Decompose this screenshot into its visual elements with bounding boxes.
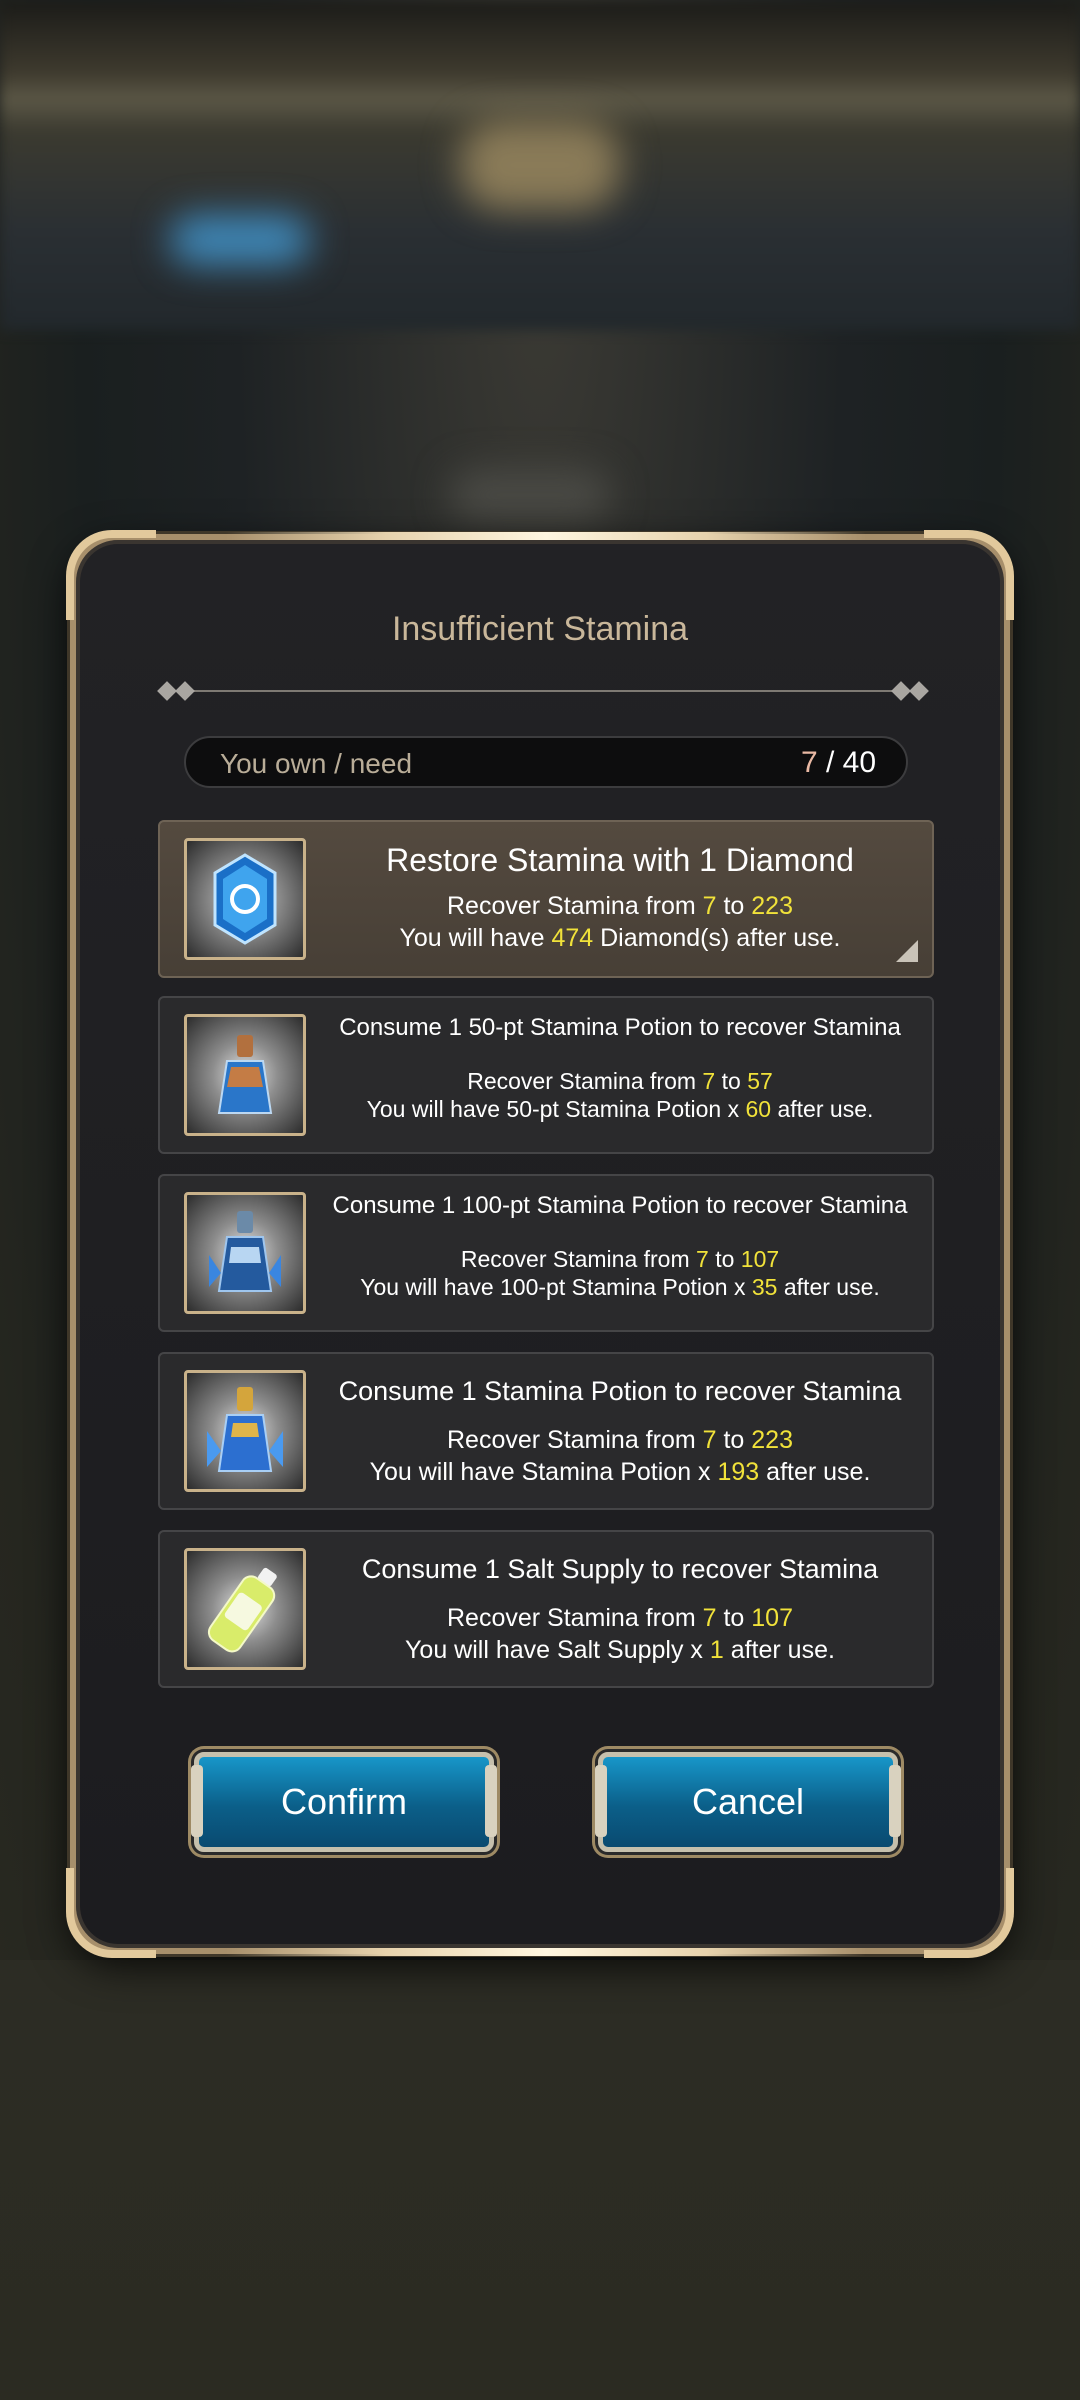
frame-corner bbox=[924, 1868, 1014, 1958]
background-highlight bbox=[170, 215, 310, 265]
divider-diamond-icon bbox=[175, 681, 195, 701]
option-title: Consume 1 50-pt Stamina Potion to recove… bbox=[339, 1014, 901, 1041]
option-recover-line: Recover Stamina from 7 to 223 bbox=[446, 892, 793, 920]
title-divider bbox=[164, 690, 916, 692]
salt-supply-bottle-icon bbox=[184, 1548, 306, 1670]
divider-diamond-icon bbox=[157, 681, 177, 701]
dialog-title: Insufficient Stamina bbox=[391, 610, 689, 648]
cancel-button[interactable]: Cancel bbox=[595, 1752, 901, 1852]
stamina-potion-100-icon bbox=[184, 1192, 306, 1314]
option-recover-line: Recover Stamina from 7 to 107 bbox=[446, 1604, 793, 1632]
option-title: Consume 1 Stamina Potion to recover Stam… bbox=[338, 1376, 902, 1406]
stamina-own-need-bar: You own / need 7 / 40 bbox=[184, 736, 908, 788]
frame-top-ornament bbox=[226, 532, 866, 540]
stamina-potion-50-icon bbox=[184, 1014, 306, 1136]
stamina-current: 7 bbox=[800, 746, 818, 779]
option-remaining-line: You will have 474 Diamond(s) after use. bbox=[399, 924, 841, 952]
option-recover-line: Recover Stamina from 7 to 223 bbox=[446, 1426, 793, 1454]
frame-bottom-ornament bbox=[226, 1948, 866, 1956]
insufficient-stamina-dialog: Insufficient Stamina You own / need 7 / … bbox=[66, 530, 1014, 1958]
frame-corner bbox=[66, 530, 156, 620]
option-text: Consume 1 Stamina Potion to recover Stam… bbox=[320, 1354, 920, 1508]
option-50pt-stamina-potion[interactable]: Consume 1 50-pt Stamina Potion to recove… bbox=[158, 996, 934, 1154]
option-text: Restore Stamina with 1 Diamond Recover S… bbox=[320, 822, 920, 976]
stamina-needed: / 40 bbox=[817, 746, 876, 779]
background-highlight bbox=[450, 470, 610, 520]
option-remaining-line: You will have Stamina Potion x 193 after… bbox=[369, 1458, 871, 1486]
blurred-background-ground bbox=[0, 1960, 1080, 2400]
option-100pt-stamina-potion[interactable]: Consume 1 100-pt Stamina Potion to recov… bbox=[158, 1174, 934, 1332]
option-remaining-line: You will have 50-pt Stamina Potion x 60 … bbox=[366, 1096, 874, 1122]
option-recover-line: Recover Stamina from 7 to 107 bbox=[460, 1246, 780, 1272]
option-remaining-line: You will have Salt Supply x 1 after use. bbox=[405, 1636, 835, 1664]
option-text: Consume 1 100-pt Stamina Potion to recov… bbox=[320, 1176, 920, 1330]
own-need-label: You own / need bbox=[220, 748, 413, 779]
option-salt-supply[interactable]: Consume 1 Salt Supply to recover Stamina… bbox=[158, 1530, 934, 1688]
confirm-button[interactable]: Confirm bbox=[191, 1752, 497, 1852]
frame-corner bbox=[66, 1868, 156, 1958]
option-title: Restore Stamina with 1 Diamond bbox=[386, 842, 854, 878]
option-recover-line: Recover Stamina from 7 to 57 bbox=[467, 1068, 773, 1094]
background-highlight bbox=[460, 120, 620, 210]
divider-diamond-icon bbox=[891, 681, 911, 701]
option-stamina-potion[interactable]: Consume 1 Stamina Potion to recover Stam… bbox=[158, 1352, 934, 1510]
option-title: Consume 1 Salt Supply to recover Stamina bbox=[361, 1554, 879, 1584]
divider-diamond-icon bbox=[909, 681, 929, 701]
frame-corner bbox=[924, 530, 1014, 620]
option-diamond[interactable]: Restore Stamina with 1 Diamond Recover S… bbox=[158, 820, 934, 978]
diamond-icon bbox=[184, 838, 306, 960]
option-text: Consume 1 50-pt Stamina Potion to recove… bbox=[320, 998, 920, 1152]
stamina-potion-icon bbox=[184, 1370, 306, 1492]
option-remaining-line: You will have 100-pt Stamina Potion x 35… bbox=[360, 1274, 880, 1300]
option-text: Consume 1 Salt Supply to recover Stamina… bbox=[320, 1532, 920, 1686]
selected-corner-icon bbox=[896, 940, 918, 962]
option-title: Consume 1 100-pt Stamina Potion to recov… bbox=[332, 1192, 908, 1219]
own-need-value: 7 / 40 bbox=[801, 746, 876, 780]
